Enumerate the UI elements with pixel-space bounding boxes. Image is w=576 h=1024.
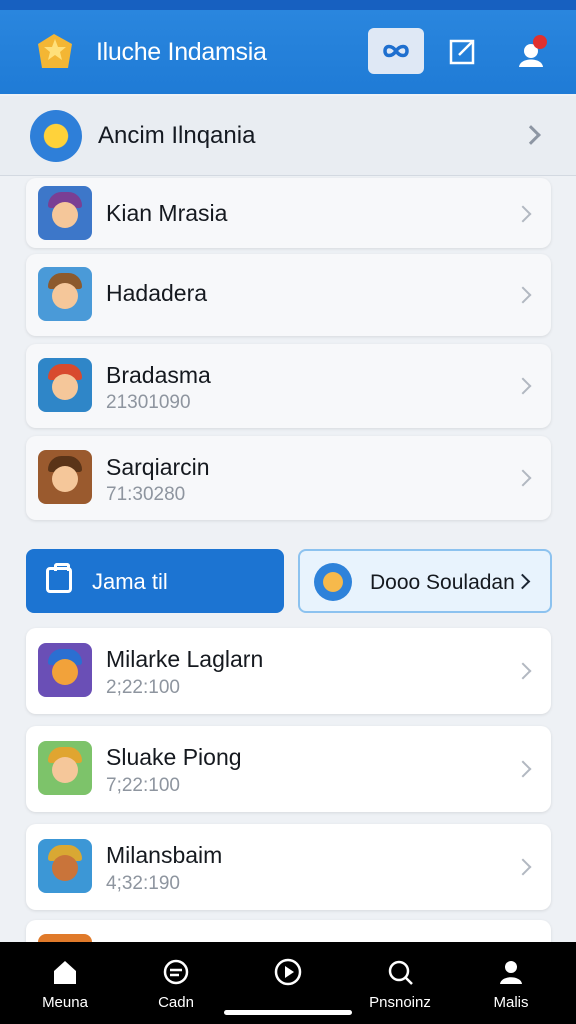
nav-item-profile[interactable]: Malis	[466, 954, 556, 1016]
home-icon	[54, 961, 76, 984]
chevron-right-icon	[514, 469, 532, 487]
nav-label: Pnsnoinz	[369, 994, 431, 1011]
home-indicator	[224, 1010, 352, 1015]
item-subtitle: 71:30280	[106, 484, 186, 505]
nav-item-search[interactable]: Pnsnoinz	[355, 954, 445, 1016]
game-thumbnail	[38, 643, 92, 697]
item-title: Milarke Laglarn	[106, 646, 264, 672]
secondary-action-label: Dooo Souladan	[370, 571, 515, 594]
item-subtitle: 4;32:190	[106, 873, 180, 894]
item-title: Hadadera	[106, 280, 208, 306]
chevron-right-icon	[514, 286, 532, 304]
item-title: Sluake Piong	[106, 744, 242, 770]
chevron-right-icon	[514, 205, 532, 223]
badge-icon	[30, 110, 82, 162]
edit-icon	[449, 39, 475, 65]
secondary-action-button[interactable]: Dooo Souladan	[298, 549, 552, 613]
game-thumbnail	[38, 186, 92, 240]
briefcase-icon	[46, 563, 72, 593]
primary-action-label: Jama til	[92, 569, 168, 594]
nav-item-chat[interactable]: Cadn	[131, 954, 221, 1016]
app-header: Iluche Indamsia	[0, 10, 576, 94]
profile-button[interactable]	[508, 28, 558, 74]
chevron-right-icon	[514, 858, 532, 876]
game-thumbnail	[38, 839, 92, 893]
item-subtitle: 7;22:100	[106, 775, 180, 796]
infinity-link-icon	[383, 44, 409, 58]
list-item[interactable]: Kian Mrasia	[26, 178, 551, 248]
status-strip	[0, 0, 576, 10]
box-icon	[314, 563, 352, 601]
list-item[interactable]: Milansbaim 4;32:190	[26, 824, 551, 910]
chevron-right-icon	[514, 573, 531, 590]
game-thumbnail	[38, 741, 92, 795]
chevron-right-icon	[514, 377, 532, 395]
list-item[interactable]: Hadadera	[26, 254, 551, 336]
chevron-right-icon	[521, 125, 541, 145]
primary-action-button[interactable]: Jama til	[26, 549, 284, 613]
item-subtitle: 2;22:100	[106, 677, 180, 698]
game-thumbnail	[38, 450, 92, 504]
item-title: Kian Mrasia	[106, 200, 228, 226]
game-thumbnail	[38, 358, 92, 412]
list-item[interactable]: Bradasma 21301090	[26, 344, 551, 428]
link-button[interactable]	[368, 28, 424, 74]
list-item[interactable]: Sluake Piong 7;22:100	[26, 726, 551, 812]
app-title: Iluche Indamsia	[96, 38, 267, 66]
list-item[interactable]: Sarqiarcin 71:30280	[26, 436, 551, 520]
user-alert-icon	[519, 35, 547, 67]
section-title: Ancim Ilnqania	[98, 122, 256, 149]
game-thumbnail	[38, 267, 92, 321]
nav-label: Malis	[493, 994, 529, 1011]
nav-item-play[interactable]	[243, 954, 333, 1016]
item-title: Milansbaim	[106, 842, 223, 868]
item-subtitle: 21301090	[106, 392, 191, 413]
chevron-right-icon	[514, 760, 532, 778]
chat-icon	[163, 959, 189, 985]
chevron-right-icon	[514, 662, 532, 680]
item-title: Sarqiarcin	[106, 454, 210, 480]
play-icon	[274, 958, 302, 986]
section-header[interactable]: Ancim Ilnqania	[0, 96, 576, 176]
item-title: Bradasma	[106, 362, 211, 388]
star-folder-logo	[38, 34, 72, 68]
nav-label: Meuna	[42, 994, 88, 1011]
nav-item-home[interactable]: Meuna	[20, 954, 110, 1016]
person-icon	[500, 961, 522, 984]
list-item[interactable]: Milarke Laglarn 2;22:100	[26, 628, 551, 714]
search-icon	[388, 960, 413, 985]
edit-button[interactable]	[440, 28, 486, 74]
nav-label: Cadn	[158, 994, 194, 1011]
